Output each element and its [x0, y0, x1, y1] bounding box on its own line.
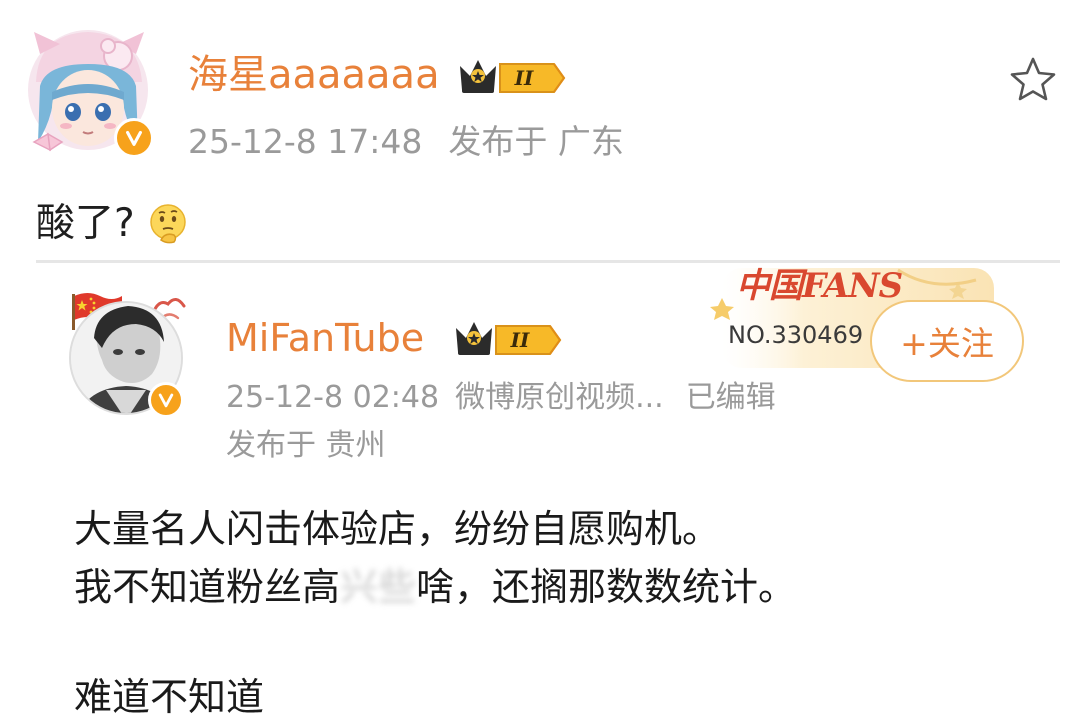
thinking-emoji-icon [147, 202, 191, 246]
repost-location: 发布于 贵州 [226, 428, 386, 463]
post-text: 酸了? [36, 201, 135, 246]
repost-author-name[interactable]: MiFanTube [226, 314, 424, 362]
repost-source[interactable]: 微博原创视频... [455, 380, 664, 415]
repost-line-2-b: 啥，还搁那数数统计。 [416, 565, 797, 609]
post-body: 酸了? [36, 196, 191, 252]
repost-author-avatar[interactable] [66, 290, 194, 420]
vip-level-text: II [510, 328, 530, 352]
repost-time: 25-12-8 02:48 [226, 380, 440, 415]
post-author-name[interactable]: 海星aaaaaaa [188, 50, 440, 100]
repost-edited[interactable]: 已编辑 [686, 380, 776, 415]
blurred-text: 兴些 [340, 565, 417, 609]
vip-level-text: II [514, 66, 534, 90]
repost-meta: 25-12-8 02:48 微博原创视频... 已编辑 [226, 376, 776, 420]
vip-crown-badge[interactable]: II [456, 54, 568, 98]
fans-number: NO.330469 [728, 321, 864, 349]
post-author-avatar[interactable] [26, 24, 156, 162]
favorite-star-icon[interactable] [1008, 55, 1058, 103]
verified-v-icon [114, 118, 154, 158]
repost-line-2: 我不知道粉丝高兴些啥，还搁那数数统计。 [74, 558, 796, 616]
post-meta: 25-12-8 17:48 发布于 广东 [188, 118, 624, 166]
repost-line-1: 大量名人闪击体验店，纷纷自愿购机。 [74, 507, 721, 551]
fans-logo: 中国FANS [736, 266, 903, 306]
vip-crown-badge[interactable]: II [452, 316, 564, 360]
post-time: 25-12-8 17:48 [188, 122, 423, 161]
repost-body: 大量名人闪击体验店，纷纷自愿购机。 我不知道粉丝高兴些啥，还搁那数数统计。 难道… [74, 500, 796, 719]
post-location: 发布于 广东 [448, 122, 624, 161]
verified-v-icon [148, 382, 184, 418]
repost-line-2-a: 我不知道粉丝高 [74, 565, 341, 609]
repost-line-3: 难道不知道 [74, 675, 265, 719]
follow-button[interactable]: +关注 [870, 300, 1024, 382]
